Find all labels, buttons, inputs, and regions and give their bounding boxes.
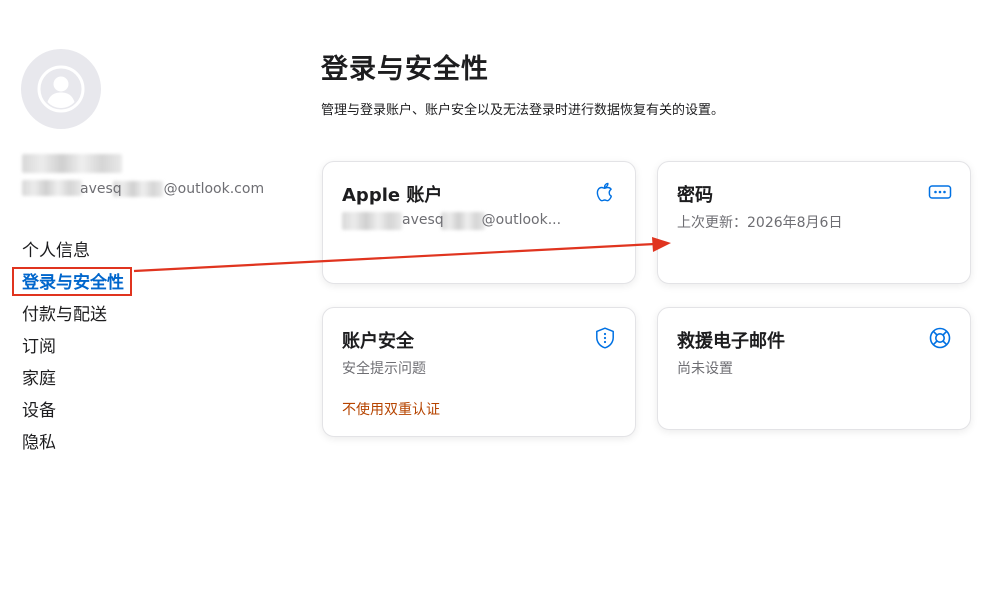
page-subtitle: 管理与登录账户、账户安全以及无法登录时进行数据恢复有关的设置。 <box>321 103 725 118</box>
apple-icon <box>596 182 612 202</box>
rescue-email-status: 尚未设置 <box>677 361 733 377</box>
card-title: Apple 账户 <box>342 185 443 206</box>
two-factor-warning: 不使用双重认证 <box>342 402 440 418</box>
sidebar-item-family[interactable]: 家庭 <box>22 368 124 400</box>
rescue-email-card[interactable]: 救援电子邮件 尚未设置 <box>657 307 971 430</box>
security-questions-label: 安全提示问题 <box>342 361 426 377</box>
user-email-fragment: avesq <box>80 181 122 197</box>
account-security-card[interactable]: 账户安全 安全提示问题 不使用双重认证 <box>322 307 636 437</box>
card-title: 账户安全 <box>342 331 414 352</box>
sidebar-item-payment-shipping[interactable]: 付款与配送 <box>22 304 124 336</box>
sidebar-item-subscriptions[interactable]: 订阅 <box>22 336 124 368</box>
person-icon <box>37 65 85 113</box>
apple-email-fragment: avesq <box>402 212 444 228</box>
user-email: avesq @outlook.com <box>80 180 264 198</box>
shield-icon <box>596 327 614 349</box>
annotation-highlight-box <box>12 267 132 296</box>
card-title: 密码 <box>677 185 713 206</box>
redacted-user-name <box>22 154 122 173</box>
annotation-arrow <box>133 237 671 273</box>
avatar[interactable] <box>21 49 101 129</box>
sidebar-item-devices[interactable]: 设备 <box>22 400 124 432</box>
page-title: 登录与安全性 <box>321 54 489 85</box>
user-email-domain: @outlook.com <box>163 181 265 197</box>
redacted-email-part <box>22 180 82 196</box>
lifebuoy-icon <box>929 327 951 349</box>
apple-email-domain: @outlook... <box>481 212 562 228</box>
sidebar-item-privacy[interactable]: 隐私 <box>22 432 124 464</box>
apple-account-email: avesq @outlook... <box>402 211 561 229</box>
password-card[interactable]: 密码 上次更新：2026年8月6日 <box>657 161 971 284</box>
page: avesq @outlook.com 个人信息 登录与安全性 付款与配送 订阅 家… <box>0 0 983 602</box>
password-last-updated: 上次更新：2026年8月6日 <box>677 215 843 231</box>
redacted-email-part <box>342 212 402 230</box>
card-title: 救援电子邮件 <box>677 331 785 352</box>
dots-icon <box>928 185 952 199</box>
